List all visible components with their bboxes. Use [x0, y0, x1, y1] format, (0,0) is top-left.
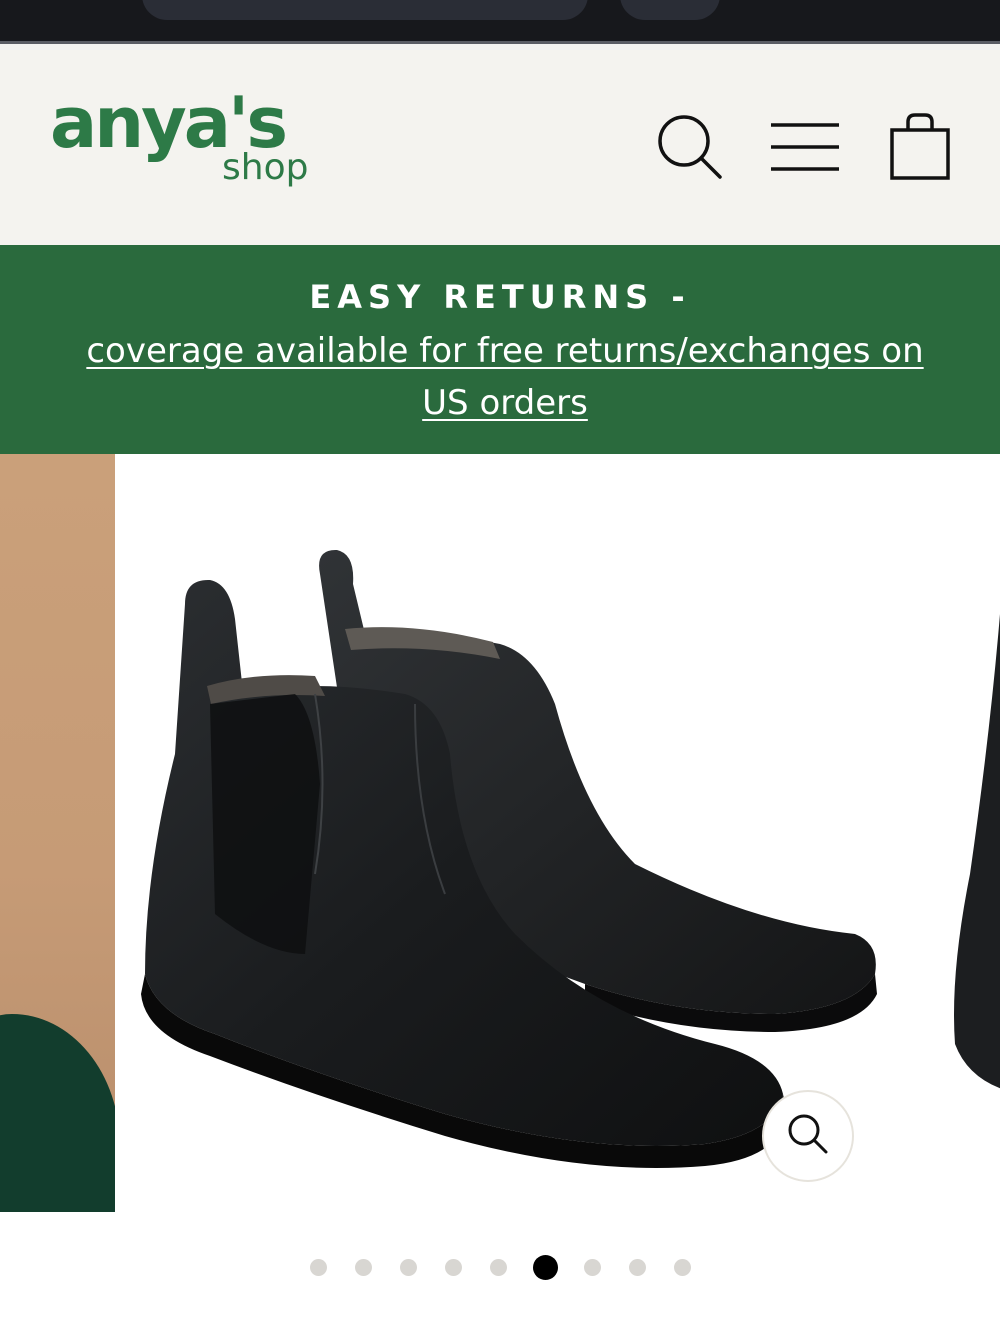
search-button[interactable] — [653, 110, 727, 184]
menu-button[interactable] — [768, 110, 842, 184]
promo-headline: EASY RETURNS - — [309, 278, 691, 316]
zoom-icon — [786, 1112, 830, 1160]
cart-icon — [888, 112, 952, 182]
pagination-dot[interactable] — [673, 1258, 691, 1276]
pagination-dot[interactable] — [309, 1258, 327, 1276]
next-slide-image[interactable] — [940, 614, 1000, 1094]
site-header: anya's shop — [0, 44, 1000, 245]
product-gallery[interactable] — [0, 454, 1000, 1214]
pagination-dot[interactable] — [583, 1258, 601, 1276]
pagination-dot[interactable] — [399, 1258, 417, 1276]
next-boot-edge — [954, 614, 1000, 1089]
pagination-dot[interactable] — [354, 1258, 372, 1276]
carousel-pagination — [0, 1252, 1000, 1282]
browser-tab-button[interactable] — [620, 0, 720, 20]
returns-link[interactable]: coverage available for free returns/exch… — [60, 325, 950, 429]
browser-address-bar[interactable] — [142, 0, 588, 20]
pagination-dot[interactable] — [444, 1258, 462, 1276]
search-icon — [655, 112, 725, 182]
menu-icon — [769, 119, 841, 175]
model-sleeve — [0, 1014, 115, 1212]
pagination-dot[interactable] — [628, 1258, 646, 1276]
pagination-dot-active[interactable] — [532, 1254, 558, 1280]
pagination-dot[interactable] — [489, 1258, 507, 1276]
cart-button[interactable] — [883, 110, 957, 184]
zoom-button[interactable] — [762, 1090, 854, 1182]
logo-subtext: shop — [222, 147, 309, 188]
previous-slide-image[interactable] — [0, 454, 115, 1212]
promo-banner: EASY RETURNS - coverage available for fr… — [0, 245, 1000, 454]
logo[interactable]: anya's shop — [50, 88, 330, 208]
browser-top-bar — [0, 0, 1000, 44]
